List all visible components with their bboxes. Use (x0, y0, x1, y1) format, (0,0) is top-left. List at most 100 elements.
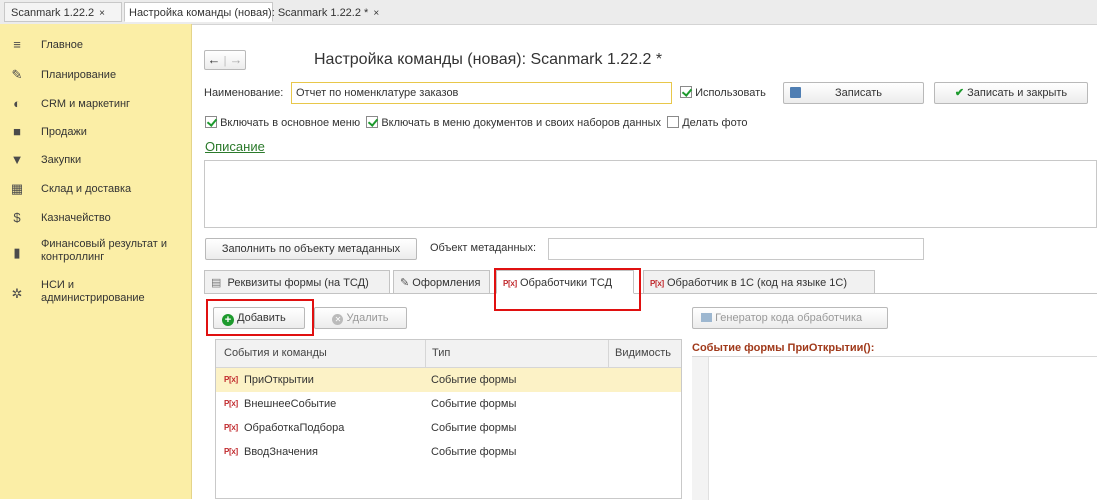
sidebar-item-main[interactable]: ≡ Главное (0, 31, 191, 59)
table-row[interactable]: P[x] ВнешнееСобытие Событие формы (216, 392, 681, 416)
event-type: Событие формы (431, 398, 517, 410)
fill-by-metadata-button[interactable]: Заполнить по объекту метаданных (205, 238, 417, 260)
sidebar-item-treasury[interactable]: $ Казначейство (0, 204, 191, 232)
checkbox-checked-icon (366, 116, 379, 128)
tab-label: Реквизиты формы (на ТСД) (227, 277, 369, 289)
window-tab-scanmark[interactable]: Scanmark 1.22.2 × (4, 2, 122, 22)
description-textarea[interactable] (204, 160, 1097, 228)
take-photo-checkbox[interactable]: Делать фото (667, 116, 748, 129)
script-icon: P[x] (224, 447, 238, 456)
page-title: Настройка команды (новая): Scanmark 1.22… (314, 51, 663, 68)
event-name: ОбработкаПодбора (244, 422, 345, 434)
event-type: Событие формы (431, 422, 517, 434)
name-input[interactable]: Отчет по номенклатуре заказов (291, 82, 672, 104)
include-docs-menu-label: Включать в меню документов и своих набор… (381, 117, 662, 129)
planning-icon: ✎ (11, 67, 23, 82)
script-icon: P[x] (650, 279, 664, 288)
tab-label: Оформления (412, 277, 481, 289)
code-editor[interactable] (692, 356, 1097, 500)
script-icon: P[x] (224, 423, 238, 432)
generator-button-label: Генератор кода обработчика (715, 312, 863, 324)
table-row[interactable]: P[x] ВводЗначения Событие формы (216, 440, 681, 464)
highlight-frame-add (206, 299, 314, 336)
form-icon: ▤ (211, 277, 222, 289)
table-row[interactable]: P[x] ОбработкаПодбора Событие формы (216, 416, 681, 440)
chart-icon: ▮ (13, 245, 21, 260)
sidebar-item-label: НСИ и администрирование (41, 279, 145, 304)
crm-icon: ◐ (13, 96, 21, 111)
generator-icon (701, 313, 712, 322)
save-button-label: Записать (834, 87, 882, 99)
tab-1c-handler[interactable]: P[x] Обработчик в 1С (код на языке 1С) (643, 270, 875, 294)
brush-icon: ✎ (400, 277, 410, 289)
nav-buttons: ← | → (204, 50, 246, 70)
menu-icon: ≡ (13, 37, 21, 52)
close-icon[interactable]: × (99, 8, 105, 19)
metadata-object-input[interactable] (548, 238, 924, 260)
sidebar-item-warehouse[interactable]: ▦ Склад и доставка (0, 175, 191, 203)
name-label: Наименование: (204, 87, 284, 99)
sidebar-item-financial[interactable]: ▮ Финансовый результат и контроллинг (0, 234, 191, 270)
column-header-type[interactable]: Тип (425, 340, 450, 367)
use-checkbox[interactable]: Использовать (680, 86, 766, 99)
column-header-events[interactable]: События и команды (224, 340, 327, 367)
warehouse-icon: ▦ (10, 181, 24, 196)
sales-icon: ■ (13, 124, 21, 139)
metadata-object-label: Объект метаданных: (430, 242, 537, 254)
sidebar-item-purchases[interactable]: ▼ Закупки (0, 146, 191, 174)
cart-icon: ▼ (10, 152, 24, 167)
sidebar-item-label: Склад и доставка (41, 183, 132, 195)
sidebar-item-crm[interactable]: ◐ CRM и маркетинг (0, 90, 191, 118)
description-link[interactable]: Описание (205, 139, 265, 154)
window-tab-label: Scanmark 1.22.2 (11, 7, 95, 19)
tab-label: Обработчик в 1С (код на языке 1С) (666, 277, 847, 289)
delete-button-label: Удалить (346, 312, 389, 324)
forward-icon[interactable]: → (229, 52, 242, 67)
checkbox-checked-icon (680, 86, 692, 98)
include-main-menu-checkbox[interactable]: Включать в основное меню (205, 116, 361, 129)
include-docs-menu-checkbox[interactable]: Включать в меню документов и своих набор… (366, 116, 662, 129)
code-generator-button[interactable]: Генератор кода обработчика (692, 307, 888, 329)
event-name: ВнешнееСобытие (244, 398, 337, 410)
code-gutter (692, 357, 709, 500)
sidebar-item-planning[interactable]: ✎ Планирование (0, 61, 191, 89)
sidebar-item-label: Планирование (41, 69, 117, 81)
tab-appearance[interactable]: ✎ Оформления (393, 270, 490, 294)
window-tab-command-settings[interactable]: Настройка команды (новая): Scanmark 1.22… (124, 2, 379, 22)
floppy-icon (790, 87, 801, 98)
script-icon: P[x] (224, 399, 238, 408)
save-and-close-button[interactable]: ✔ Записать и закрыть (934, 82, 1088, 104)
event-name: ВводЗначения (244, 446, 318, 458)
sidebar: ≡ Главное ✎ Планирование ◐ CRM и маркети… (0, 24, 192, 499)
sidebar-item-label: Закупки (41, 154, 82, 166)
table-row[interactable]: P[x] ПриОткрытии Событие формы (216, 368, 681, 392)
take-photo-label: Делать фото (682, 117, 748, 129)
events-table: События и команды Тип Видимость P[x] При… (215, 339, 682, 499)
close-icon[interactable]: × (373, 8, 379, 19)
script-icon: P[x] (224, 375, 238, 384)
window-tab-label: Настройка команды (новая): Scanmark 1.22… (129, 7, 369, 19)
event-name: ПриОткрытии (244, 374, 314, 386)
code-header: Событие формы ПриОткрытии(): (692, 342, 875, 354)
checkbox-unchecked-icon (667, 116, 680, 128)
sidebar-item-sales[interactable]: ■ Продажи (0, 118, 191, 146)
column-header-visibility[interactable]: Видимость (608, 340, 671, 367)
use-label: Использовать (695, 87, 766, 99)
delete-button[interactable]: ✕ Удалить (314, 307, 407, 329)
sidebar-item-label: Продажи (41, 126, 87, 138)
save-close-label: Записать и закрыть (967, 87, 1068, 99)
sidebar-item-label: Казначейство (41, 212, 111, 224)
back-icon[interactable]: ← (208, 52, 221, 67)
sidebar-item-label: Главное (41, 39, 84, 51)
include-main-menu-label: Включать в основное меню (220, 117, 361, 129)
table-header: События и команды Тип Видимость (216, 340, 681, 368)
check-icon: ✔ (954, 87, 965, 99)
treasury-icon: $ (13, 210, 21, 225)
save-button[interactable]: Записать (783, 82, 924, 104)
checkbox-checked-icon (205, 116, 217, 128)
gear-icon: ✲ (11, 286, 23, 301)
event-type: Событие формы (431, 446, 517, 458)
sidebar-item-label: Финансовый результат и контроллинг (41, 238, 167, 263)
tab-form-attributes[interactable]: ▤ Реквизиты формы (на ТСД) (204, 270, 390, 294)
sidebar-item-admin[interactable]: ✲ НСИ и администрирование (0, 275, 191, 311)
